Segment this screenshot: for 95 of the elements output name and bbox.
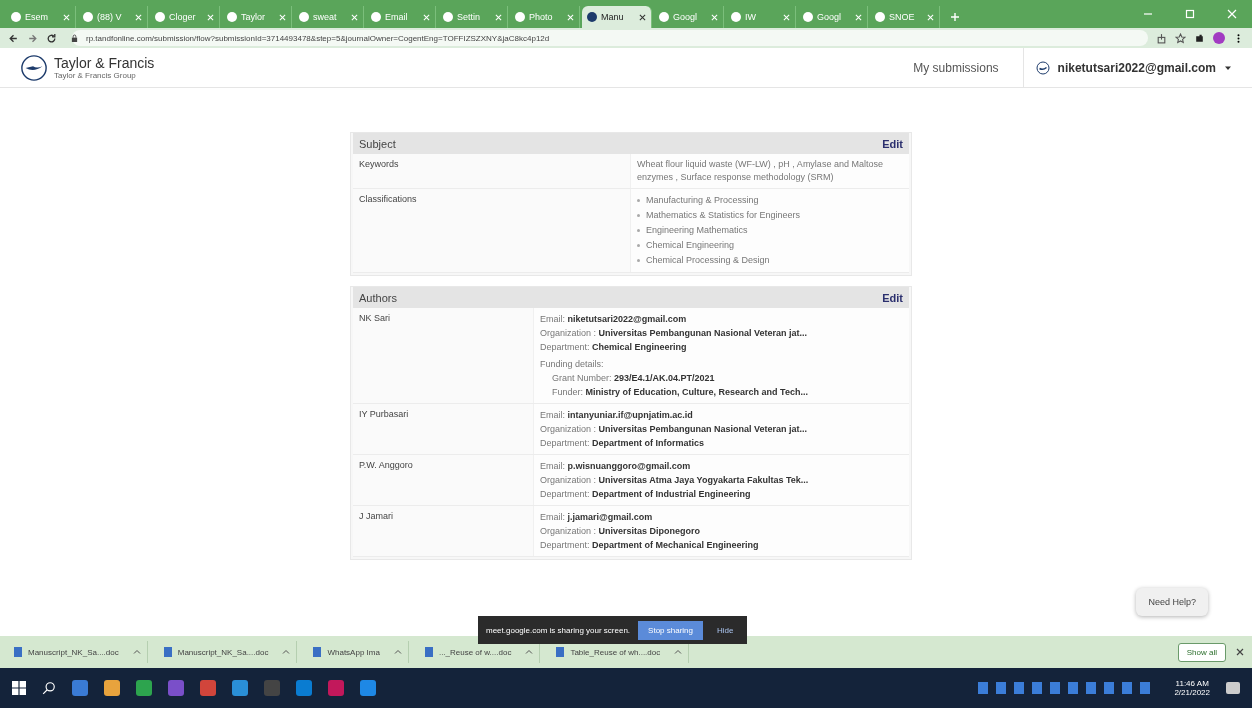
taskbar-app-icon[interactable] [72,680,88,696]
edit-link[interactable]: Edit [882,137,903,150]
browser-tab[interactable]: Manu [582,6,652,28]
funding-detail: Grant Number: 293/E4.1/AK.04.PT/2021 [551,372,716,385]
extensions-icon[interactable] [1194,32,1205,44]
document-icon [424,647,433,657]
favicon-icon [803,12,813,22]
taskbar-app-icon[interactable] [296,680,312,696]
taskbar-app-icon[interactable] [328,680,344,696]
share-icon[interactable] [1156,32,1167,44]
favicon-icon [371,12,381,22]
star-icon[interactable] [1175,32,1186,44]
need-help-button[interactable]: Need Help? [1136,588,1208,616]
document-icon [556,647,565,657]
favicon-icon [659,12,669,22]
classification-item: Chemical Engineering [646,239,735,252]
classification-item: Engineering Mathematics [646,224,748,237]
author-name: P.W. Anggoro [358,459,414,472]
my-submissions-link[interactable]: My submissions [913,60,999,75]
taskbar-app-icon[interactable] [200,680,216,696]
favicon-icon [515,12,525,22]
close-icon[interactable] [639,13,646,21]
taskbar-app-icon[interactable] [168,680,184,696]
taskbar-app-icon[interactable] [104,680,120,696]
author-detail: Email: niketutsari2022@gmail.com [540,313,688,326]
profile-avatar[interactable] [1213,32,1225,44]
bullet-icon [637,259,640,262]
author-detail: Email: intanyuniar.if@upnjatim.ac.id [540,409,694,422]
author-detail: Email: p.wisnuanggoro@gmail.com [540,460,692,473]
download-item[interactable]: Manuscript_NK_Sa....doc [157,641,298,663]
maximize-icon[interactable] [1185,9,1195,19]
document-icon [163,647,172,657]
keywords-text: Wheat flour liquid waste (WF-LW) , pH , Amylase and Maltose enzymes , Surface response methodology (SRM) [637,158,884,184]
author-detail: Organization : Universitas Pembangunan Nasional Veteran jat... [540,423,809,436]
author-name: NK Sari [358,312,391,325]
brand-subtitle: Taylor & Francis Group [54,71,137,80]
favicon-icon [299,12,309,22]
bullet-icon [637,244,640,247]
author-detail: Organization : Universitas Diponegoro [540,525,702,538]
author-detail: Department: Department of Informatics [540,437,706,450]
row-label: Classifications [358,193,418,206]
taskbar-app-icon[interactable] [232,680,248,696]
document-icon [313,647,322,657]
edit-link[interactable]: Edit [882,291,903,304]
favicon-icon [731,12,741,22]
author-detail: Organization : Universitas Atma Jaya Yogyakarta Fakultas Tek... [540,474,810,487]
bullet-icon [637,199,640,202]
funding-detail: Funder: Ministry of Education, Culture, Research and Tech... [551,386,809,399]
forward-icon[interactable] [27,32,38,44]
bullet-icon [637,214,640,217]
author-detail: Department: Department of Mechanical Engineering [540,539,760,552]
classification-item: Chemical Processing & Design [646,254,770,267]
classification-item: Mathematics & Statistics for Engineers [646,209,801,222]
section-title: Authors [359,291,397,304]
row-label: Keywords [358,158,400,171]
search-icon[interactable] [42,681,56,695]
taskbar-app-icon[interactable] [360,680,376,696]
favicon-icon [83,12,93,22]
lock-icon [71,33,78,43]
download-item[interactable]: Manuscript_NK_Sa....doc [8,641,148,663]
author-detail: Organization : Universitas Pembangunan Nasional Veteran jat... [540,327,809,340]
author-detail: Department: Department of Industrial Engineering [540,488,752,501]
taskbar-app-icon[interactable] [136,680,152,696]
windows-start-icon[interactable] [12,681,26,695]
bullet-icon [637,229,640,232]
back-icon[interactable] [8,32,19,44]
download-item[interactable]: WhatsApp Ima [307,641,409,663]
funding-label: Funding details: [540,358,605,371]
section-title: Subject [359,137,396,150]
user-icon [1035,60,1050,75]
sharing-message: meet.google.com is sharing your screen. [486,625,631,635]
new-tab-icon[interactable] [950,12,960,22]
favicon-icon [587,12,597,22]
favicon-icon [155,12,165,22]
author-detail: Department: Chemical Engineering [540,341,688,354]
show-all-button[interactable]: Show all [1177,642,1226,662]
reload-icon[interactable] [46,32,57,44]
favicon-icon [227,12,237,22]
author-detail: Email: j.jamari@gmail.com [540,511,654,524]
logo-icon [20,53,48,82]
favicon-icon [11,12,21,22]
favicon-icon [443,12,453,22]
favicon-icon [875,12,885,22]
clock-date: 2/21/2022 [1174,688,1210,697]
document-icon [14,647,22,657]
brand-name: Taylor & Francis [54,55,155,71]
hide-button[interactable]: Hide [711,624,740,636]
close-icon[interactable] [1236,648,1244,656]
author-name: J Jamari [358,510,394,523]
notification-icon[interactable] [1226,682,1240,694]
classification-item: Manufacturing & Processing [646,194,759,207]
clock-time: 11:46 AM [1175,679,1209,688]
address-bar[interactable]: rp.tandfonline.com/submission/flow?submissionId=3714493478&step=5&journalOwner=CogentEng=TOFFIZSZXNY&jaC8kc4p12d [72,30,1148,46]
author-name: IY Purbasari [358,408,410,421]
user-email[interactable]: niketutsari2022@gmail.com [1057,60,1216,75]
